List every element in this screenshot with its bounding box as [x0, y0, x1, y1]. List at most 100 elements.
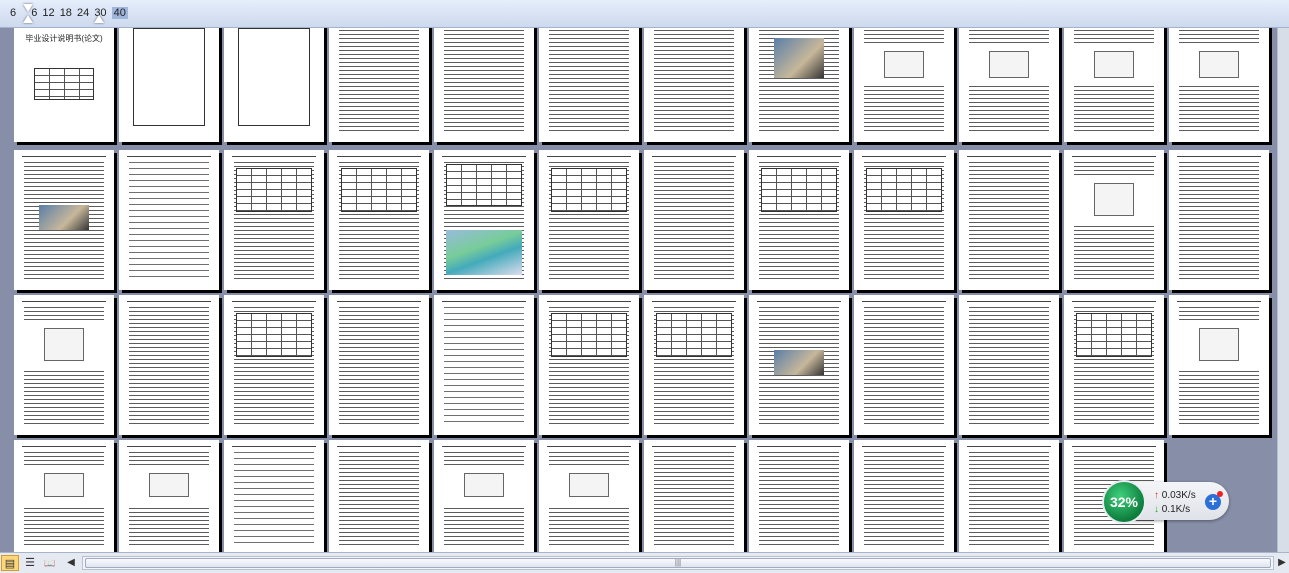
vertical-scrollbar[interactable]	[1277, 28, 1289, 552]
network-monitor-widget[interactable]: 32% ↑ 0.03K/s ↓ 0.1K/s +	[1102, 480, 1229, 524]
page-thumbnail[interactable]	[539, 440, 639, 552]
right-indent-marker[interactable]	[94, 15, 104, 23]
page-thumbnail[interactable]	[329, 440, 429, 552]
horizontal-scrollbar[interactable]: |||	[82, 556, 1274, 570]
page-thumbnail[interactable]	[644, 28, 744, 142]
diagram-figure	[884, 51, 924, 78]
page-thumbnail[interactable]	[434, 28, 534, 142]
page-header-rule	[337, 301, 421, 302]
page-thumbnail[interactable]	[539, 150, 639, 290]
text-lines	[444, 307, 524, 427]
page-thumbnail[interactable]	[644, 295, 744, 435]
page-thumbnail[interactable]	[1064, 28, 1164, 142]
page-thumbnail[interactable]	[434, 295, 534, 435]
page-thumbnail[interactable]	[959, 440, 1059, 552]
table-figure	[656, 313, 732, 357]
text-lines	[339, 307, 419, 427]
table-figure	[1076, 313, 1152, 357]
page-thumbnail[interactable]	[959, 295, 1059, 435]
page-border-frame	[238, 28, 310, 126]
page-thumbnail[interactable]	[119, 28, 219, 142]
page-border-frame	[133, 28, 205, 126]
text-lines	[654, 162, 734, 282]
page-thumbnail[interactable]	[434, 440, 534, 552]
scrollbar-grip: |||	[674, 558, 682, 567]
page-thumbnail[interactable]	[539, 295, 639, 435]
page-thumbnail[interactable]	[854, 295, 954, 435]
page-header-rule	[22, 156, 106, 157]
page-thumbnail[interactable]	[224, 28, 324, 142]
page-thumbnail[interactable]	[1064, 295, 1164, 435]
page-header-rule	[22, 446, 106, 447]
status-bar: ▤ ☰ 📖 ◀ ||| ▶	[0, 552, 1289, 573]
page-thumbnail[interactable]	[644, 150, 744, 290]
page-thumbnail[interactable]	[119, 150, 219, 290]
scroll-left-arrow[interactable]: ◀	[64, 555, 78, 571]
table-figure	[551, 168, 627, 212]
diagram-figure	[1094, 183, 1134, 216]
ruler-mark: 24	[77, 7, 90, 19]
download-speed-value: 0.1K/s	[1161, 504, 1191, 515]
download-speed: ↓ 0.1K/s	[1154, 504, 1190, 515]
page-thumbnail[interactable]	[329, 295, 429, 435]
page-thumbnail[interactable]	[224, 150, 324, 290]
page-thumbnail[interactable]	[224, 440, 324, 552]
figure-area	[1074, 43, 1154, 86]
scrollbar-thumb[interactable]: |||	[85, 558, 1271, 568]
scroll-right-arrow[interactable]: ▶	[1275, 555, 1289, 571]
page-header-rule	[127, 446, 211, 447]
diagram-figure	[149, 473, 189, 497]
page-header-rule	[967, 446, 1051, 447]
page-thumbnail[interactable]	[854, 150, 954, 290]
first-line-indent-marker[interactable]	[23, 4, 33, 12]
print-layout-view-button[interactable]: ▤	[1, 555, 19, 571]
page-header-rule	[547, 301, 631, 302]
diagram-figure	[1094, 51, 1134, 78]
page-thumbnail[interactable]	[749, 28, 849, 142]
page-thumbnail[interactable]	[1169, 150, 1269, 290]
page-thumbnail[interactable]	[119, 440, 219, 552]
text-lines	[759, 452, 839, 547]
page-thumbnail[interactable]	[329, 28, 429, 142]
page-thumbnail[interactable]	[749, 295, 849, 435]
page-thumbnail[interactable]	[14, 295, 114, 435]
page-thumbnail[interactable]	[14, 440, 114, 552]
page-thumbnail[interactable]	[14, 150, 114, 290]
page-thumbnail[interactable]	[224, 295, 324, 435]
diagram-figure	[569, 473, 609, 497]
page-thumbnail[interactable]	[1064, 150, 1164, 290]
table-figure	[446, 164, 522, 206]
page-thumbnail[interactable]	[329, 150, 429, 290]
page-header-rule	[127, 156, 211, 157]
text-lines	[654, 452, 734, 547]
diagram-figure	[1199, 328, 1239, 361]
left-indent-marker[interactable]	[23, 15, 33, 23]
page-thumbnail[interactable]	[119, 295, 219, 435]
page-thumbnail[interactable]	[749, 440, 849, 552]
page-thumbnail[interactable]	[854, 440, 954, 552]
page-thumbnail[interactable]	[959, 28, 1059, 142]
text-lines	[549, 30, 629, 134]
outline-view-button[interactable]: ☰	[21, 555, 39, 571]
document-thumbnail-area[interactable]: 毕业设计说明书(论文)	[0, 28, 1277, 552]
page-thumbnail[interactable]	[434, 150, 534, 290]
page-thumbnail[interactable]	[644, 440, 744, 552]
figure-area	[444, 465, 524, 505]
page-header-rule	[442, 156, 526, 157]
page-header-rule	[862, 446, 946, 447]
page-thumbnail[interactable]	[1169, 28, 1269, 142]
figure-area	[1179, 320, 1259, 369]
page-thumbnail[interactable]	[959, 150, 1059, 290]
page-header-rule	[652, 446, 736, 447]
reading-view-button[interactable]: 📖	[41, 555, 59, 571]
text-lines	[969, 162, 1049, 282]
page-header-rule	[547, 156, 631, 157]
upload-speed: ↑ 0.03K/s	[1154, 490, 1196, 501]
page-thumbnail[interactable]	[1169, 295, 1269, 435]
page-thumbnail[interactable]	[539, 28, 639, 142]
text-lines	[444, 30, 524, 134]
page-thumbnail[interactable]	[749, 150, 849, 290]
page-thumbnail[interactable]	[854, 28, 954, 142]
page-thumbnail[interactable]: 毕业设计说明书(论文)	[14, 28, 114, 142]
memory-usage-percent[interactable]: 32%	[1102, 480, 1146, 524]
